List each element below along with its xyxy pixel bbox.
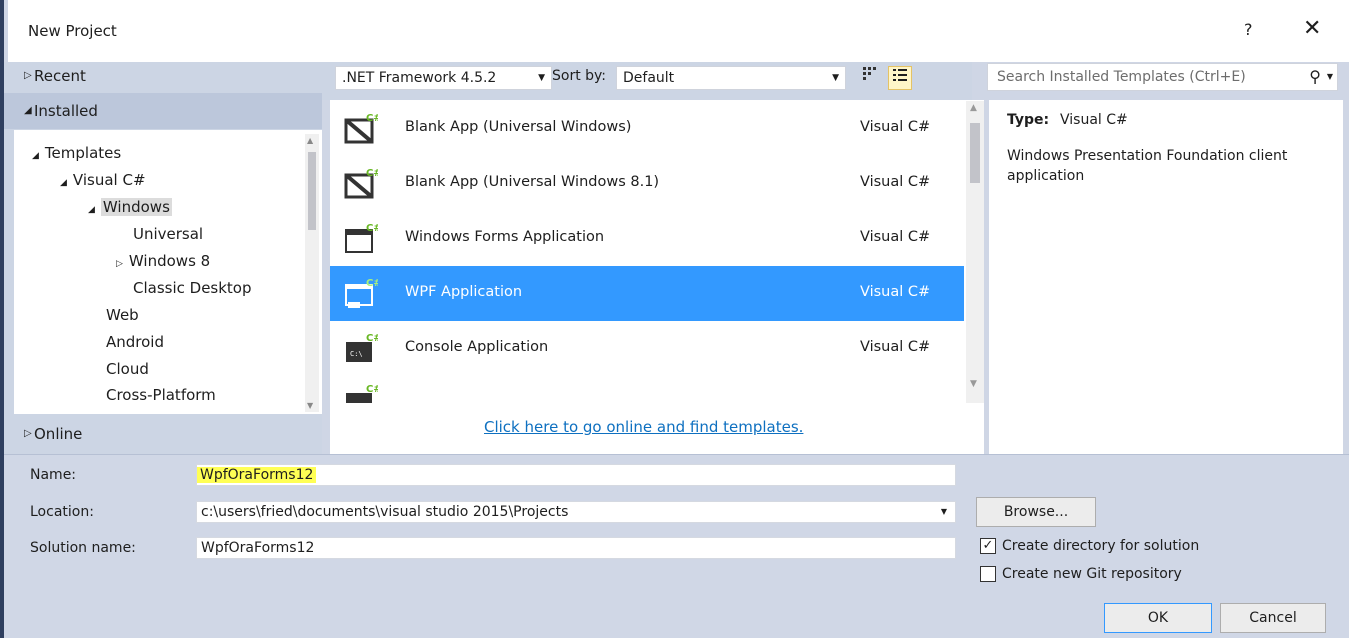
template-language: Visual C# xyxy=(860,119,931,135)
list-view-icon[interactable] xyxy=(888,66,912,90)
recent-label: Recent xyxy=(34,67,86,85)
window-title: New Project xyxy=(28,22,117,40)
type-value: Visual C# xyxy=(1060,112,1128,128)
template-row[interactable]: C:\ C# Console Application Visual C# xyxy=(330,321,964,376)
svg-text:C#: C# xyxy=(366,113,378,124)
template-partial-icon: C# xyxy=(346,384,378,403)
chevron-down-icon: ▼ xyxy=(832,73,839,83)
create-directory-checkbox[interactable]: ✓ xyxy=(980,538,996,554)
tree-item-classic-desktop[interactable]: Classic Desktop xyxy=(133,277,252,299)
template-name: Blank App (Universal Windows 8.1) xyxy=(405,174,660,190)
collapse-arrow-icon: ◢ xyxy=(24,105,32,116)
create-git-checkbox[interactable] xyxy=(980,566,996,582)
template-row[interactable]: C# Windows Forms Application Visual C# xyxy=(330,211,964,266)
template-name: WPF Application xyxy=(405,284,523,300)
tree-item-visual-csharp[interactable]: ◢ Visual C# xyxy=(60,169,146,194)
location-field[interactable]: c:\users\fried\documents\visual studio 2… xyxy=(196,501,956,523)
svg-text:C:\: C:\ xyxy=(350,350,363,358)
tree-item-windows8[interactable]: ▷ Windows 8 xyxy=(116,250,210,275)
chevron-down-icon: ▼ xyxy=(538,73,545,83)
template-language: Visual C# xyxy=(860,229,931,245)
browse-button[interactable]: Browse... xyxy=(976,497,1096,527)
template-scroll-thumb[interactable] xyxy=(970,123,980,183)
create-directory-option[interactable]: ✓ Create directory for solution xyxy=(980,538,1199,554)
template-row-partial[interactable]: C# xyxy=(330,380,964,404)
tree-item-cloud[interactable]: Cloud xyxy=(106,358,149,380)
universal-app-icon: C# xyxy=(344,113,378,144)
title-bar: New Project ? ✕ xyxy=(8,0,1349,62)
svg-text:C#: C# xyxy=(366,333,378,344)
installed-header[interactable]: ◢ Installed xyxy=(4,93,322,129)
svg-text:C#: C# xyxy=(366,223,378,234)
expand-arrow-icon: ▷ xyxy=(24,70,32,81)
template-name: Blank App (Universal Windows) xyxy=(405,119,632,135)
cancel-button[interactable]: Cancel xyxy=(1220,603,1326,633)
template-name: Windows Forms Application xyxy=(405,229,605,245)
type-label: Type: xyxy=(1007,112,1050,128)
name-value: WpfOraForms12 xyxy=(197,467,317,483)
small-icons-view-icon[interactable] xyxy=(858,66,882,90)
wpf-application-icon: C# xyxy=(345,278,378,308)
collapse-arrow-icon: ◢ xyxy=(32,151,39,161)
name-field[interactable]: WpfOraForms12 xyxy=(196,464,956,486)
scroll-down-icon[interactable]: ▼ xyxy=(307,401,313,410)
tree-item-templates[interactable]: ◢ Templates xyxy=(32,142,121,167)
name-label: Name: xyxy=(30,467,77,483)
scroll-up-icon[interactable]: ▲ xyxy=(970,103,977,113)
recent-header[interactable]: ▷ Recent xyxy=(4,58,322,94)
online-label: Online xyxy=(34,425,83,443)
scroll-down-icon[interactable]: ▼ xyxy=(970,379,977,389)
close-button[interactable]: ✕ xyxy=(1303,16,1321,41)
chevron-down-icon[interactable]: ▼ xyxy=(941,502,947,522)
installed-label: Installed xyxy=(34,102,98,120)
windows-forms-icon: C# xyxy=(345,223,378,253)
template-language: Visual C# xyxy=(860,339,931,355)
framework-select[interactable]: .NET Framework 4.5.2 ▼ xyxy=(335,66,552,90)
template-name: Console Application xyxy=(405,339,549,355)
tree-item-windows[interactable]: ◢ Windows xyxy=(88,196,172,221)
svg-text:C#: C# xyxy=(366,384,378,395)
template-description: Windows Presentation Foundation client a… xyxy=(1007,148,1288,184)
online-templates-link[interactable]: Click here to go online and find templat… xyxy=(484,418,803,436)
scroll-up-icon[interactable]: ▲ xyxy=(307,136,313,145)
solution-name-field[interactable]: WpfOraForms12 xyxy=(196,537,956,559)
location-label: Location: xyxy=(30,504,94,520)
search-input[interactable]: Search Installed Templates (Ctrl+E) ⚲ ▼ xyxy=(987,63,1338,91)
template-language: Visual C# xyxy=(860,284,931,300)
tree-item-cross-platform[interactable]: Cross-Platform xyxy=(106,384,216,406)
universal-app-icon: C# xyxy=(344,168,378,199)
tree-item-android[interactable]: Android xyxy=(106,331,164,353)
online-header[interactable]: ▷ Online xyxy=(4,416,322,452)
solution-name-label: Solution name: xyxy=(30,540,136,556)
chevron-down-icon[interactable]: ▼ xyxy=(1327,64,1333,90)
template-row[interactable]: C# Blank App (Universal Windows 8.1) Vis… xyxy=(330,156,964,211)
tree-scroll-thumb[interactable] xyxy=(308,152,316,230)
expand-arrow-icon: ▷ xyxy=(24,428,32,439)
collapse-arrow-icon: ◢ xyxy=(88,205,95,215)
template-language: Visual C# xyxy=(860,174,931,190)
create-git-option[interactable]: Create new Git repository xyxy=(980,566,1182,582)
svg-text:C#: C# xyxy=(366,168,378,179)
template-row-selected[interactable]: C# WPF Application Visual C# xyxy=(330,266,964,321)
help-button[interactable]: ? xyxy=(1244,20,1253,39)
expand-arrow-icon: ▷ xyxy=(116,259,123,269)
tree-item-universal[interactable]: Universal xyxy=(133,223,203,245)
sort-select[interactable]: Default ▼ xyxy=(616,66,846,90)
template-scrollbar[interactable]: ▲ ▼ xyxy=(966,101,984,403)
search-icon[interactable]: ⚲ xyxy=(1309,64,1321,90)
svg-text:C#: C# xyxy=(366,278,378,289)
sort-label: Sort by: xyxy=(552,68,607,84)
template-row[interactable]: C# Blank App (Universal Windows) Visual … xyxy=(330,101,964,156)
collapse-arrow-icon: ◢ xyxy=(60,178,67,188)
ok-button[interactable]: OK xyxy=(1104,603,1212,633)
tree-scrollbar[interactable]: ▲ ▼ xyxy=(305,134,319,412)
tree-item-web[interactable]: Web xyxy=(106,304,139,326)
console-application-icon: C:\ C# xyxy=(346,333,378,362)
